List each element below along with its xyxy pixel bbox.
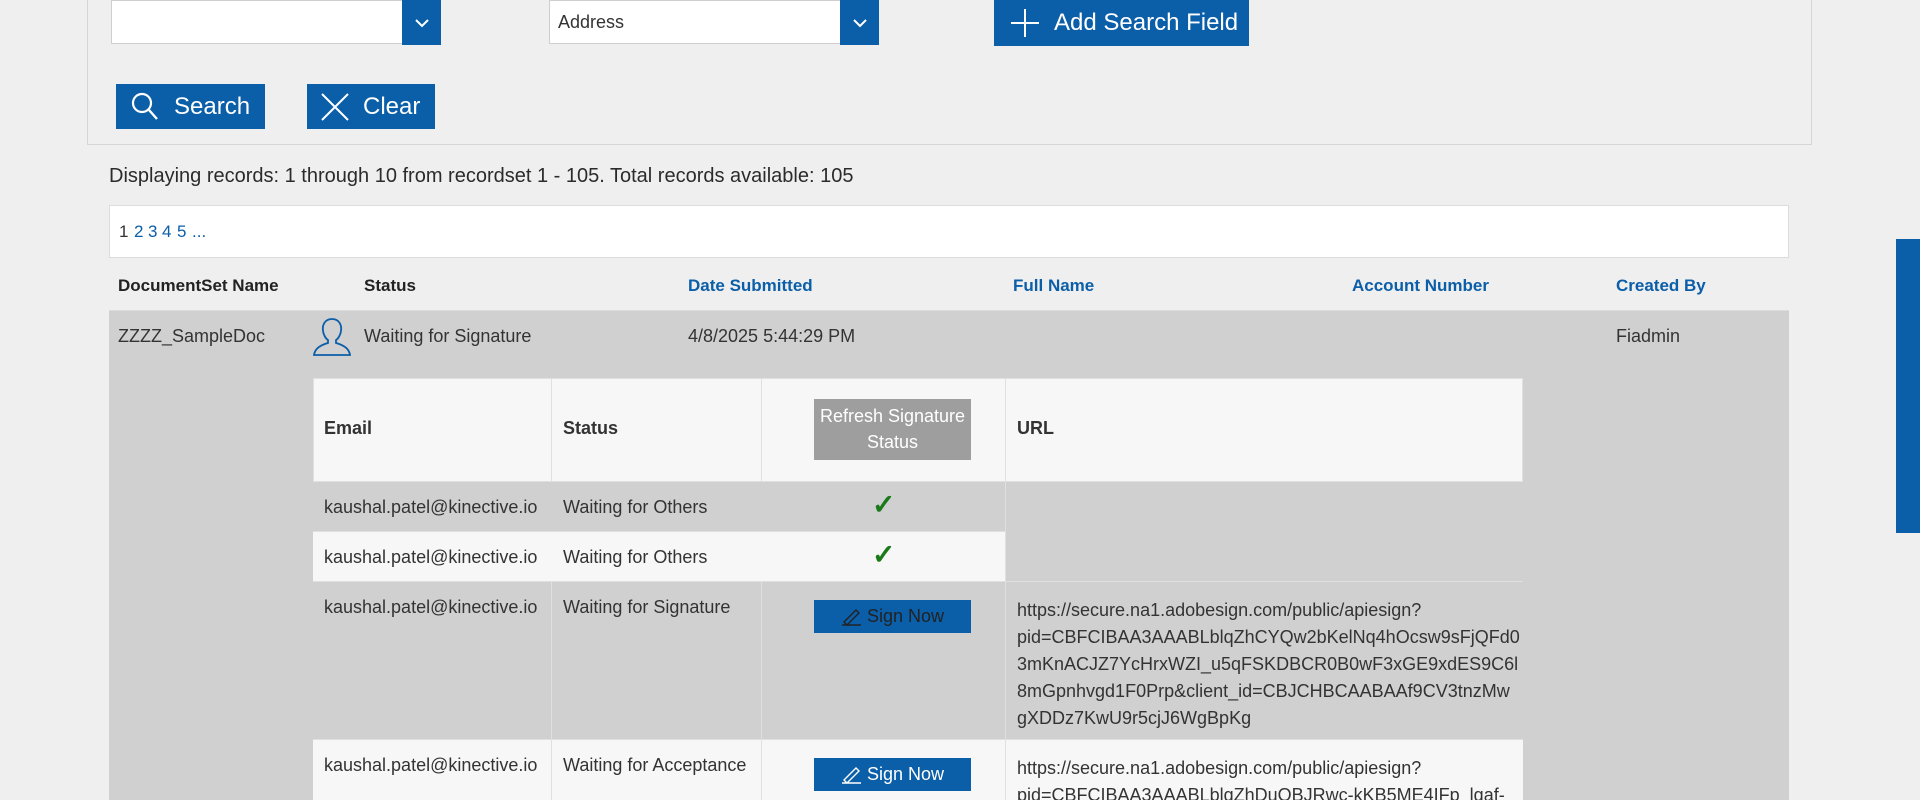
sign-now-label: Sign Now (866, 764, 945, 784)
signer-url[interactable]: https://secure.na1.adobesign.com/public/… (1017, 755, 1505, 800)
chevron-down-icon (414, 18, 429, 27)
signer-status: Waiting for Acceptance (563, 755, 747, 775)
clear-button[interactable]: Clear (307, 84, 435, 129)
row-status: Waiting for Signature (364, 326, 532, 346)
pen-icon (841, 608, 861, 626)
page-current: 1 (119, 222, 129, 241)
search-field-select-1[interactable] (111, 0, 441, 45)
search-icon (131, 92, 158, 120)
checkmark-icon: ✓ (872, 489, 896, 520)
table-header: DocumentSet Name Status Date Submitted F… (109, 258, 1789, 311)
date-submitted: 4/8/2025 5:44:29 PM (688, 326, 856, 346)
checkmark-icon: ✓ (872, 539, 896, 570)
signer-status: Waiting for Others (563, 547, 708, 567)
results-table: 1 2 3 4 5 ... DocumentSet Name Status Da… (109, 205, 1789, 800)
column-status: Status (364, 276, 416, 295)
clear-label: Clear (363, 92, 421, 120)
page-link[interactable]: 5 (177, 222, 186, 242)
column-full-name[interactable]: Full Name (1013, 276, 1094, 296)
side-tab[interactable] (1896, 239, 1920, 533)
user-icon[interactable] (311, 315, 353, 357)
signers-col-status: Status (563, 418, 619, 438)
signer-status: Waiting for Others (563, 497, 708, 517)
add-search-field-label: Add Search Field (1054, 9, 1239, 36)
pager: 1 2 3 4 5 ... (109, 205, 1789, 258)
page-link[interactable]: 3 (148, 222, 157, 242)
column-account-number[interactable]: Account Number (1352, 276, 1489, 296)
plus-icon (1011, 9, 1039, 37)
records-status-text: Displaying records: 1 through 10 from re… (109, 165, 854, 187)
column-docset-name: DocumentSet Name (118, 276, 279, 295)
signer-status: Waiting for Signature (563, 597, 731, 617)
signer-url[interactable]: https://secure.na1.adobesign.com/public/… (1017, 597, 1520, 732)
search-field-select-2[interactable]: Address (549, 0, 879, 45)
dropdown-button-2[interactable] (840, 0, 879, 45)
signer-email: kaushal.patel@kinective.io (324, 497, 538, 517)
signers-col-email: Email (324, 418, 373, 438)
created-by: Fiadmin (1616, 326, 1681, 346)
page-link[interactable]: 2 (134, 222, 143, 242)
search-panel: Address Add Search Field Search Clear (87, 0, 1812, 145)
close-icon (321, 92, 349, 121)
docset-name: ZZZZ_SampleDoc (118, 326, 266, 346)
sign-now-button[interactable]: Sign Now (814, 600, 971, 633)
pen-icon (841, 766, 861, 784)
add-search-field-button[interactable]: Add Search Field (994, 0, 1249, 46)
sign-now-button[interactable]: Sign Now (814, 758, 971, 791)
column-created-by[interactable]: Created By (1616, 276, 1706, 296)
signers-col-url: URL (1017, 418, 1054, 438)
search-field-2-value: Address (558, 12, 625, 32)
search-button[interactable]: Search (116, 84, 265, 129)
sign-now-label: Sign Now (866, 606, 945, 626)
page-link[interactable]: 4 (162, 222, 171, 242)
dropdown-button-1[interactable] (402, 0, 441, 45)
chevron-down-icon (852, 18, 867, 27)
signers-table: Email Status Refresh Signature Status UR… (313, 378, 1523, 800)
url-cell-empty (1006, 482, 1523, 582)
signer-email: kaushal.patel@kinective.io (324, 547, 538, 567)
column-date-submitted[interactable]: Date Submitted (688, 276, 813, 296)
page-link-more[interactable]: ... (192, 222, 206, 242)
signer-email: kaushal.patel@kinective.io (324, 755, 538, 775)
search-label: Search (174, 92, 251, 120)
refresh-signature-status-button[interactable]: Refresh Signature Status (814, 399, 971, 460)
signer-email: kaushal.patel@kinective.io (324, 597, 538, 617)
